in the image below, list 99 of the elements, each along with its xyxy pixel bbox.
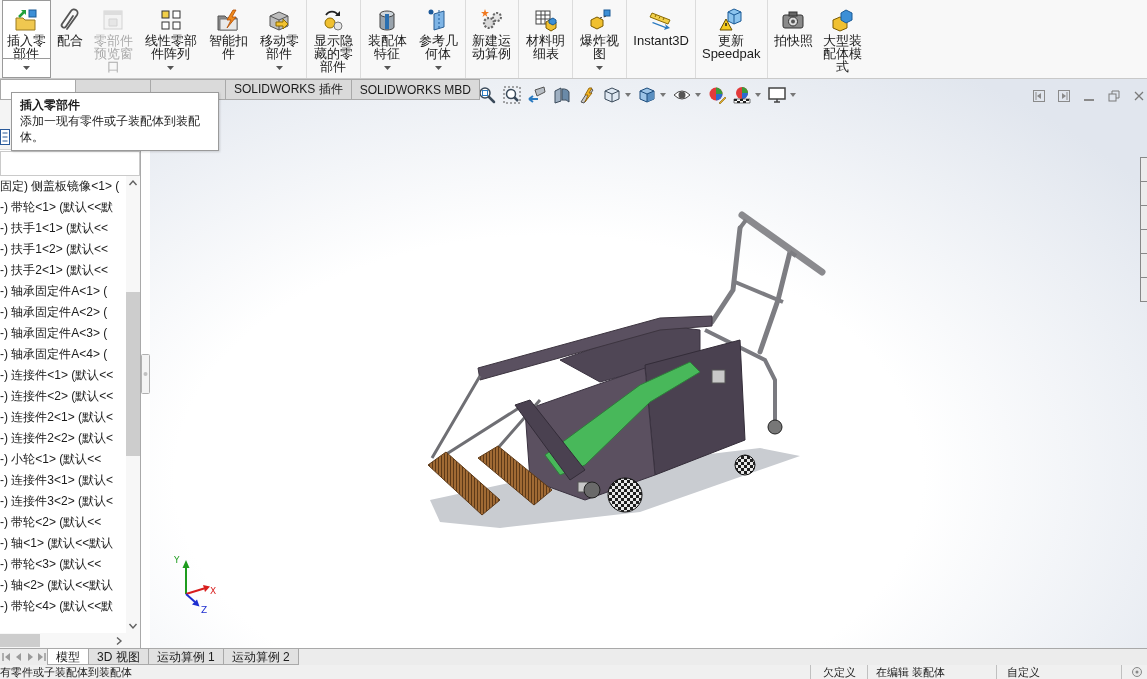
- tab[interactable]: SOLIDWORKS MBD: [350, 79, 481, 99]
- tree-item[interactable]: -) 连接件<1> (默认<<: [0, 365, 126, 386]
- tree-item[interactable]: -) 扶手1<2> (默认<<: [0, 239, 126, 260]
- vertical-scrollbar[interactable]: [126, 176, 140, 633]
- toolbar-button[interactable]: Instant3D: [629, 0, 693, 78]
- toolbar-button[interactable]: 新建运动算例: [467, 0, 517, 78]
- task-pane-tab[interactable]: [1140, 278, 1147, 302]
- list-icon[interactable]: [0, 129, 10, 145]
- task-pane-tab[interactable]: [1140, 182, 1147, 206]
- caret-icon[interactable]: [22, 66, 30, 70]
- cubes-icon: [831, 8, 855, 32]
- gears-icon: [479, 8, 504, 32]
- toolbar-button[interactable]: 显示隐藏的零部件: [308, 0, 358, 78]
- toolbar-button[interactable]: 移动零部件: [254, 0, 304, 78]
- scrollbar-thumb[interactable]: [126, 292, 140, 456]
- tab[interactable]: 运动算例 1: [147, 649, 224, 665]
- window-icon: [101, 8, 126, 32]
- toolbar-button[interactable]: 智能扣件: [203, 0, 253, 78]
- toolbar-button[interactable]: 参考几何体: [413, 0, 463, 78]
- toolbar-button[interactable]: 爆炸视图: [575, 0, 625, 78]
- cube-icon[interactable]: [603, 86, 621, 104]
- caret-icon[interactable]: [790, 93, 796, 97]
- caret-icon[interactable]: [625, 93, 631, 97]
- tooltip-title: 插入零部件: [20, 97, 81, 113]
- tree-item[interactable]: -) 轴承固定件A<4> (: [0, 344, 126, 365]
- filter-field[interactable]: [0, 151, 140, 176]
- tree-item[interactable]: -) 连接件3<1> (默认<: [0, 470, 126, 491]
- tree-item[interactable]: -) 扶手1<1> (默认<<: [0, 218, 126, 239]
- tab[interactable]: 3D 视图: [88, 649, 149, 665]
- toolbar-button[interactable]: 线性零部件阵列: [139, 0, 202, 78]
- caret-icon[interactable]: [755, 93, 761, 97]
- axis-label: X: [210, 586, 217, 596]
- toolbar-button[interactable]: 材料明细表: [521, 0, 571, 78]
- folder-lightning-icon: [216, 8, 241, 32]
- table-cube-icon: [533, 8, 558, 32]
- book-icon[interactable]: [553, 86, 571, 104]
- axis-label: Z: [201, 605, 208, 614]
- tree-item[interactable]: -) 带轮<4> (默认<<默: [0, 596, 126, 617]
- cube-warning-icon: [719, 8, 744, 32]
- splitter-handle[interactable]: [141, 354, 150, 394]
- status-text: 在编辑 装配体: [867, 665, 996, 679]
- caret-icon[interactable]: [695, 93, 701, 97]
- caret-icon[interactable]: [167, 65, 175, 70]
- toolbar-button[interactable]: 装配体特征: [362, 0, 412, 78]
- tree-item[interactable]: -) 带轮<1> (默认<<默: [0, 197, 126, 218]
- tree-item[interactable]: -) 连接件3<2> (默认<: [0, 491, 126, 512]
- folder-arrow-icon: [14, 8, 39, 32]
- task-pane-tab[interactable]: [1140, 254, 1147, 278]
- tree-item[interactable]: -) 连接件2<1> (默认<: [0, 407, 126, 428]
- axis-label: Y: [174, 555, 180, 565]
- task-pane-tab[interactable]: [1140, 158, 1147, 182]
- grid-icon: [158, 8, 183, 32]
- tree-item[interactable]: -) 轴承固定件A<3> (: [0, 323, 126, 344]
- toolbar-button[interactable]: 配合: [52, 0, 87, 78]
- tooltip-text: 添加一现有零件或子装配体到装配体。: [20, 113, 201, 145]
- close-icon[interactable]: [1133, 90, 1145, 102]
- status-text: 自定义: [996, 665, 1121, 679]
- checker-sphere-icon[interactable]: [733, 86, 751, 104]
- tree-item[interactable]: -) 轴承固定件A<2> (: [0, 302, 126, 323]
- restore-icon[interactable]: [1108, 90, 1120, 102]
- tree-item[interactable]: -) 连接件2<2> (默认<: [0, 428, 126, 449]
- toolbar-button[interactable]: 更新 Speedpak: [697, 0, 765, 78]
- tree-item[interactable]: 固定) 侧盖板镜像<1> (: [0, 176, 126, 197]
- scrollbar-thumb[interactable]: [0, 634, 40, 647]
- status-message: 有零件或子装配体到装配体: [0, 665, 133, 679]
- caret-icon[interactable]: [383, 65, 391, 70]
- lightning-icon[interactable]: [578, 86, 596, 104]
- toolbar-button[interactable]: 拍快照: [769, 0, 817, 78]
- cube-icon[interactable]: [638, 86, 656, 104]
- tree-item[interactable]: -) 轴<2> (默认<<默认: [0, 575, 126, 596]
- camera-icon: [781, 8, 805, 32]
- arrow-circles-icon: [321, 8, 346, 32]
- tree-item[interactable]: -) 带轮<3> (默认<<: [0, 554, 126, 575]
- cubes-dashed-icon: [587, 8, 612, 32]
- circle-icon[interactable]: [1131, 666, 1143, 678]
- color-sphere-icon[interactable]: [708, 86, 726, 104]
- toolbar-button[interactable]: 大型装配体模式: [818, 0, 868, 78]
- task-pane-tab[interactable]: [1140, 206, 1147, 230]
- tab[interactable]: 模型: [47, 649, 89, 665]
- tab[interactable]: 运动算例 2: [222, 649, 299, 665]
- caret-icon[interactable]: [660, 93, 666, 97]
- tree-item[interactable]: -) 扶手2<1> (默认<<: [0, 260, 126, 281]
- horizontal-scrollbar[interactable]: [0, 633, 140, 648]
- magnifier-dashed-icon[interactable]: [503, 86, 521, 104]
- caret-icon[interactable]: [596, 65, 604, 70]
- tree-item[interactable]: -) 带轮<2> (默认<<: [0, 512, 126, 533]
- status-text: 欠定义: [810, 665, 867, 679]
- right-triangle-box-icon[interactable]: [1058, 90, 1070, 102]
- tree-item[interactable]: -) 轴承固定件A<1> (: [0, 281, 126, 302]
- task-pane-tab[interactable]: [1140, 230, 1147, 254]
- monitor-icon[interactable]: [768, 86, 786, 104]
- tree-item[interactable]: -) 轴<1> (默认<<默认: [0, 533, 126, 554]
- left-triangle-box-icon[interactable]: [1033, 90, 1045, 102]
- caret-icon[interactable]: [434, 65, 442, 70]
- tab[interactable]: SOLIDWORKS 插件: [225, 79, 352, 99]
- caret-icon[interactable]: [275, 65, 283, 70]
- tree-item[interactable]: -) 小轮<1> (默认<<: [0, 449, 126, 470]
- tube-arrow-icon[interactable]: [528, 86, 546, 104]
- tree-item[interactable]: -) 连接件<2> (默认<<: [0, 386, 126, 407]
